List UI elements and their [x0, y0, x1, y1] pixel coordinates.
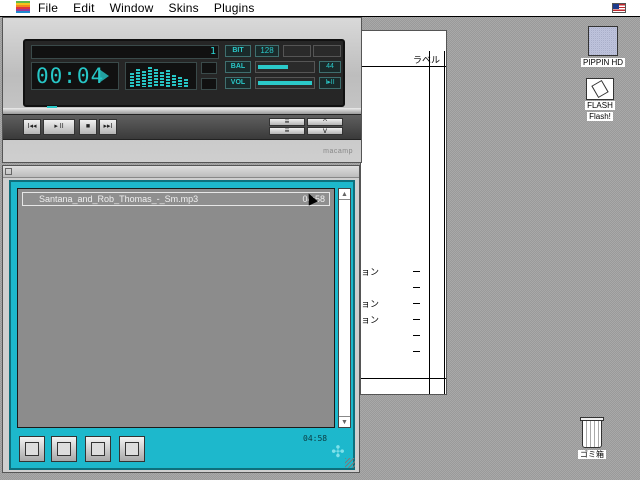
play-pause-button[interactable]: ▸ II: [43, 119, 75, 135]
label-column-header[interactable]: ラベル: [413, 53, 440, 66]
list-options-button[interactable]: [119, 436, 145, 462]
spectrum-analyzer[interactable]: [125, 62, 197, 90]
playlist-window[interactable]: Santana_and_Rob_Thomas_-_Sm.mp3 04:58 ▲ …: [2, 165, 360, 473]
row-dash: [413, 351, 420, 352]
window-bottom-edge: [361, 378, 446, 379]
balance-end-button[interactable]: 44: [319, 61, 341, 73]
row-fragment: ョン: [361, 267, 380, 277]
select-icon: [91, 442, 105, 456]
keyboard-layout-flag-icon[interactable]: [612, 3, 626, 13]
row-dash: [413, 335, 420, 336]
track-list[interactable]: Santana_and_Rob_Thomas_-_Sm.mp3 04:58: [17, 188, 335, 428]
skin-brand-label: macamp: [323, 148, 353, 155]
row-dash: [413, 271, 420, 272]
trash-label: ゴミ箱: [578, 450, 606, 459]
flash-label: FLASH: [585, 101, 615, 110]
bitrate-value: 128: [255, 45, 279, 57]
previous-track-button[interactable]: I◂◂: [23, 119, 41, 135]
menu-skins[interactable]: Skins: [169, 1, 199, 15]
trash-icon: [580, 417, 604, 448]
scroll-down-arrow-icon[interactable]: ▼: [339, 416, 350, 427]
flash-sub-label: Flash!: [587, 112, 613, 121]
options-icon: [125, 442, 139, 456]
playlist-toggle-button[interactable]: ≡: [269, 127, 305, 135]
equalizer-toggle-button[interactable]: ≡: [269, 118, 305, 126]
hard-disk-icon: [588, 26, 618, 56]
volume-slider[interactable]: [255, 77, 315, 89]
trash-desktop-icon[interactable]: ゴミ箱: [574, 417, 610, 460]
flash-desktop-icon[interactable]: FLASH Flash!: [578, 78, 622, 122]
scroll-up-button[interactable]: ^: [307, 118, 343, 126]
add-file-button[interactable]: [19, 436, 45, 462]
volume-end-button[interactable]: I▸II: [319, 77, 341, 89]
playlist-scrollbar[interactable]: ▲ ▼: [338, 188, 351, 428]
select-button[interactable]: [85, 436, 111, 462]
indicator-led: [201, 78, 217, 90]
row-fragment: ョン: [361, 315, 380, 325]
bitrate-row: BIT 128: [225, 45, 343, 57]
transport-bar: I◂◂ ▸ II ■ ▸▸I ≡ ^ ≡ v: [3, 114, 361, 140]
close-box-icon[interactable]: [5, 168, 12, 175]
balance-label: BAL: [225, 61, 251, 73]
menu-plugins[interactable]: Plugins: [214, 1, 255, 15]
row-dash: [413, 319, 420, 320]
scroll-down-button[interactable]: v: [307, 127, 343, 135]
column-header-row: ラベル: [361, 51, 446, 67]
player-window[interactable]: 1 00:04 BIT 128 BAL 44 VOL I▸II I◂◂ ▸ II…: [2, 17, 362, 163]
menu-edit[interactable]: Edit: [73, 1, 94, 15]
hard-disk-desktop-icon[interactable]: PIPPIN HD: [578, 26, 628, 68]
column-divider: [444, 51, 445, 394]
volume-row: VOL I▸II: [225, 77, 343, 89]
playlist-title-bar[interactable]: [3, 166, 359, 178]
next-track-button[interactable]: ▸▸I: [99, 119, 117, 135]
volume-label: VOL: [225, 77, 251, 89]
row-fragment: ョン: [361, 299, 380, 309]
column-divider: [429, 51, 430, 394]
mode-display: [313, 45, 341, 57]
bitrate-label: BIT: [225, 45, 251, 57]
lcd-panel: 1 00:04: [31, 45, 219, 101]
song-title-display[interactable]: 1: [31, 45, 219, 59]
apple-menu-icon[interactable]: [16, 1, 30, 15]
playlist-body: Santana_and_Rob_Thomas_-_Sm.mp3 04:58 ▲ …: [9, 180, 355, 470]
add-icon: [25, 442, 39, 456]
row-dash: [413, 287, 420, 288]
indicator-led: [201, 62, 217, 74]
track-row[interactable]: Santana_and_Rob_Thomas_-_Sm.mp3 04:58: [22, 192, 330, 206]
stop-button[interactable]: ■: [79, 119, 97, 135]
resize-handle-icon[interactable]: [345, 458, 355, 468]
scroll-up-arrow-icon[interactable]: ▲: [339, 189, 350, 200]
menu-window[interactable]: Window: [110, 1, 154, 15]
khz-display: [283, 45, 311, 57]
menu-bar: File Edit Window Skins Plugins: [0, 0, 640, 17]
hard-disk-label: PIPPIN HD: [580, 58, 625, 67]
background-document-window[interactable]: ラベル ョン ョン ョン: [360, 30, 447, 395]
track-name: Santana_and_Rob_Thomas_-_Sm.mp3: [39, 194, 199, 204]
play-state-icon: [99, 69, 109, 83]
list-icon: [57, 442, 71, 456]
balance-row: BAL 44: [225, 61, 343, 73]
playlist-total-time: 04:58: [303, 434, 328, 443]
balance-slider[interactable]: [255, 61, 315, 73]
player-display: 1 00:04 BIT 128 BAL 44 VOL I▸II: [23, 39, 345, 112]
menu-file[interactable]: File: [38, 1, 58, 15]
remove-file-button[interactable]: [51, 436, 77, 462]
row-dash: [413, 303, 420, 304]
flash-card-icon: [586, 78, 614, 100]
